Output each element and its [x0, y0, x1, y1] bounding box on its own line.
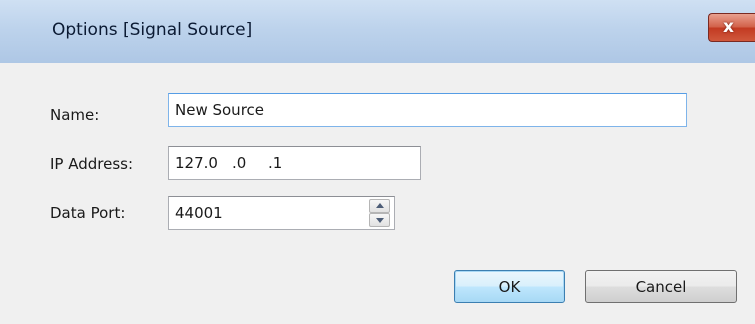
data-port-stepper[interactable]: 44001: [168, 196, 395, 230]
close-button[interactable]: x: [708, 13, 755, 42]
data-port-label: Data Port:: [50, 204, 126, 222]
chevron-up-icon: [376, 203, 384, 208]
window-title: Options [Signal Source]: [52, 20, 253, 40]
close-icon: x: [723, 17, 734, 37]
dialog-body: Name: IP Address: 127.0 .0 .1 Data Port:…: [0, 63, 755, 324]
ok-button[interactable]: OK: [454, 270, 565, 303]
name-input[interactable]: [168, 93, 687, 127]
ip-segment-3[interactable]: .1: [268, 154, 282, 172]
name-label: Name:: [50, 106, 100, 124]
options-dialog: Options [Signal Source] x Name: IP Addre…: [0, 0, 755, 324]
ip-address-label: IP Address:: [50, 155, 134, 173]
spin-up-button[interactable]: [369, 199, 390, 213]
data-port-value[interactable]: 44001: [175, 204, 223, 222]
ip-address-field[interactable]: 127.0 .0 .1: [168, 146, 421, 180]
spin-down-button[interactable]: [369, 213, 390, 227]
cancel-button[interactable]: Cancel: [585, 270, 737, 303]
ip-segment-2[interactable]: .0: [232, 154, 246, 172]
ip-segment-1[interactable]: 127.0: [175, 154, 218, 172]
chevron-down-icon: [376, 218, 384, 223]
title-bar[interactable]: Options [Signal Source] x: [0, 0, 755, 63]
